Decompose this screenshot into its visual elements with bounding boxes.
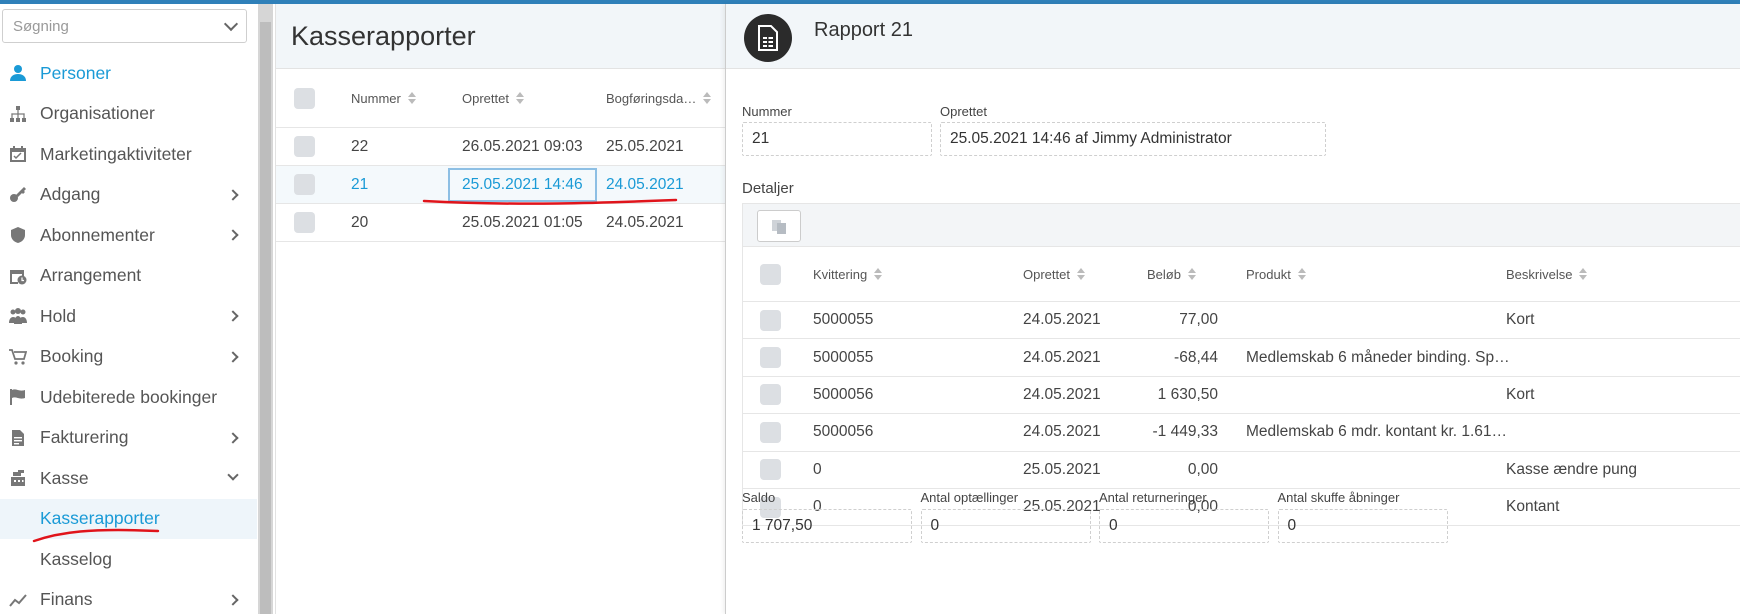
annotation-underline-list xyxy=(422,198,678,205)
annotation-underline-sidebar xyxy=(32,528,160,543)
annotation-overlay xyxy=(32,198,678,543)
